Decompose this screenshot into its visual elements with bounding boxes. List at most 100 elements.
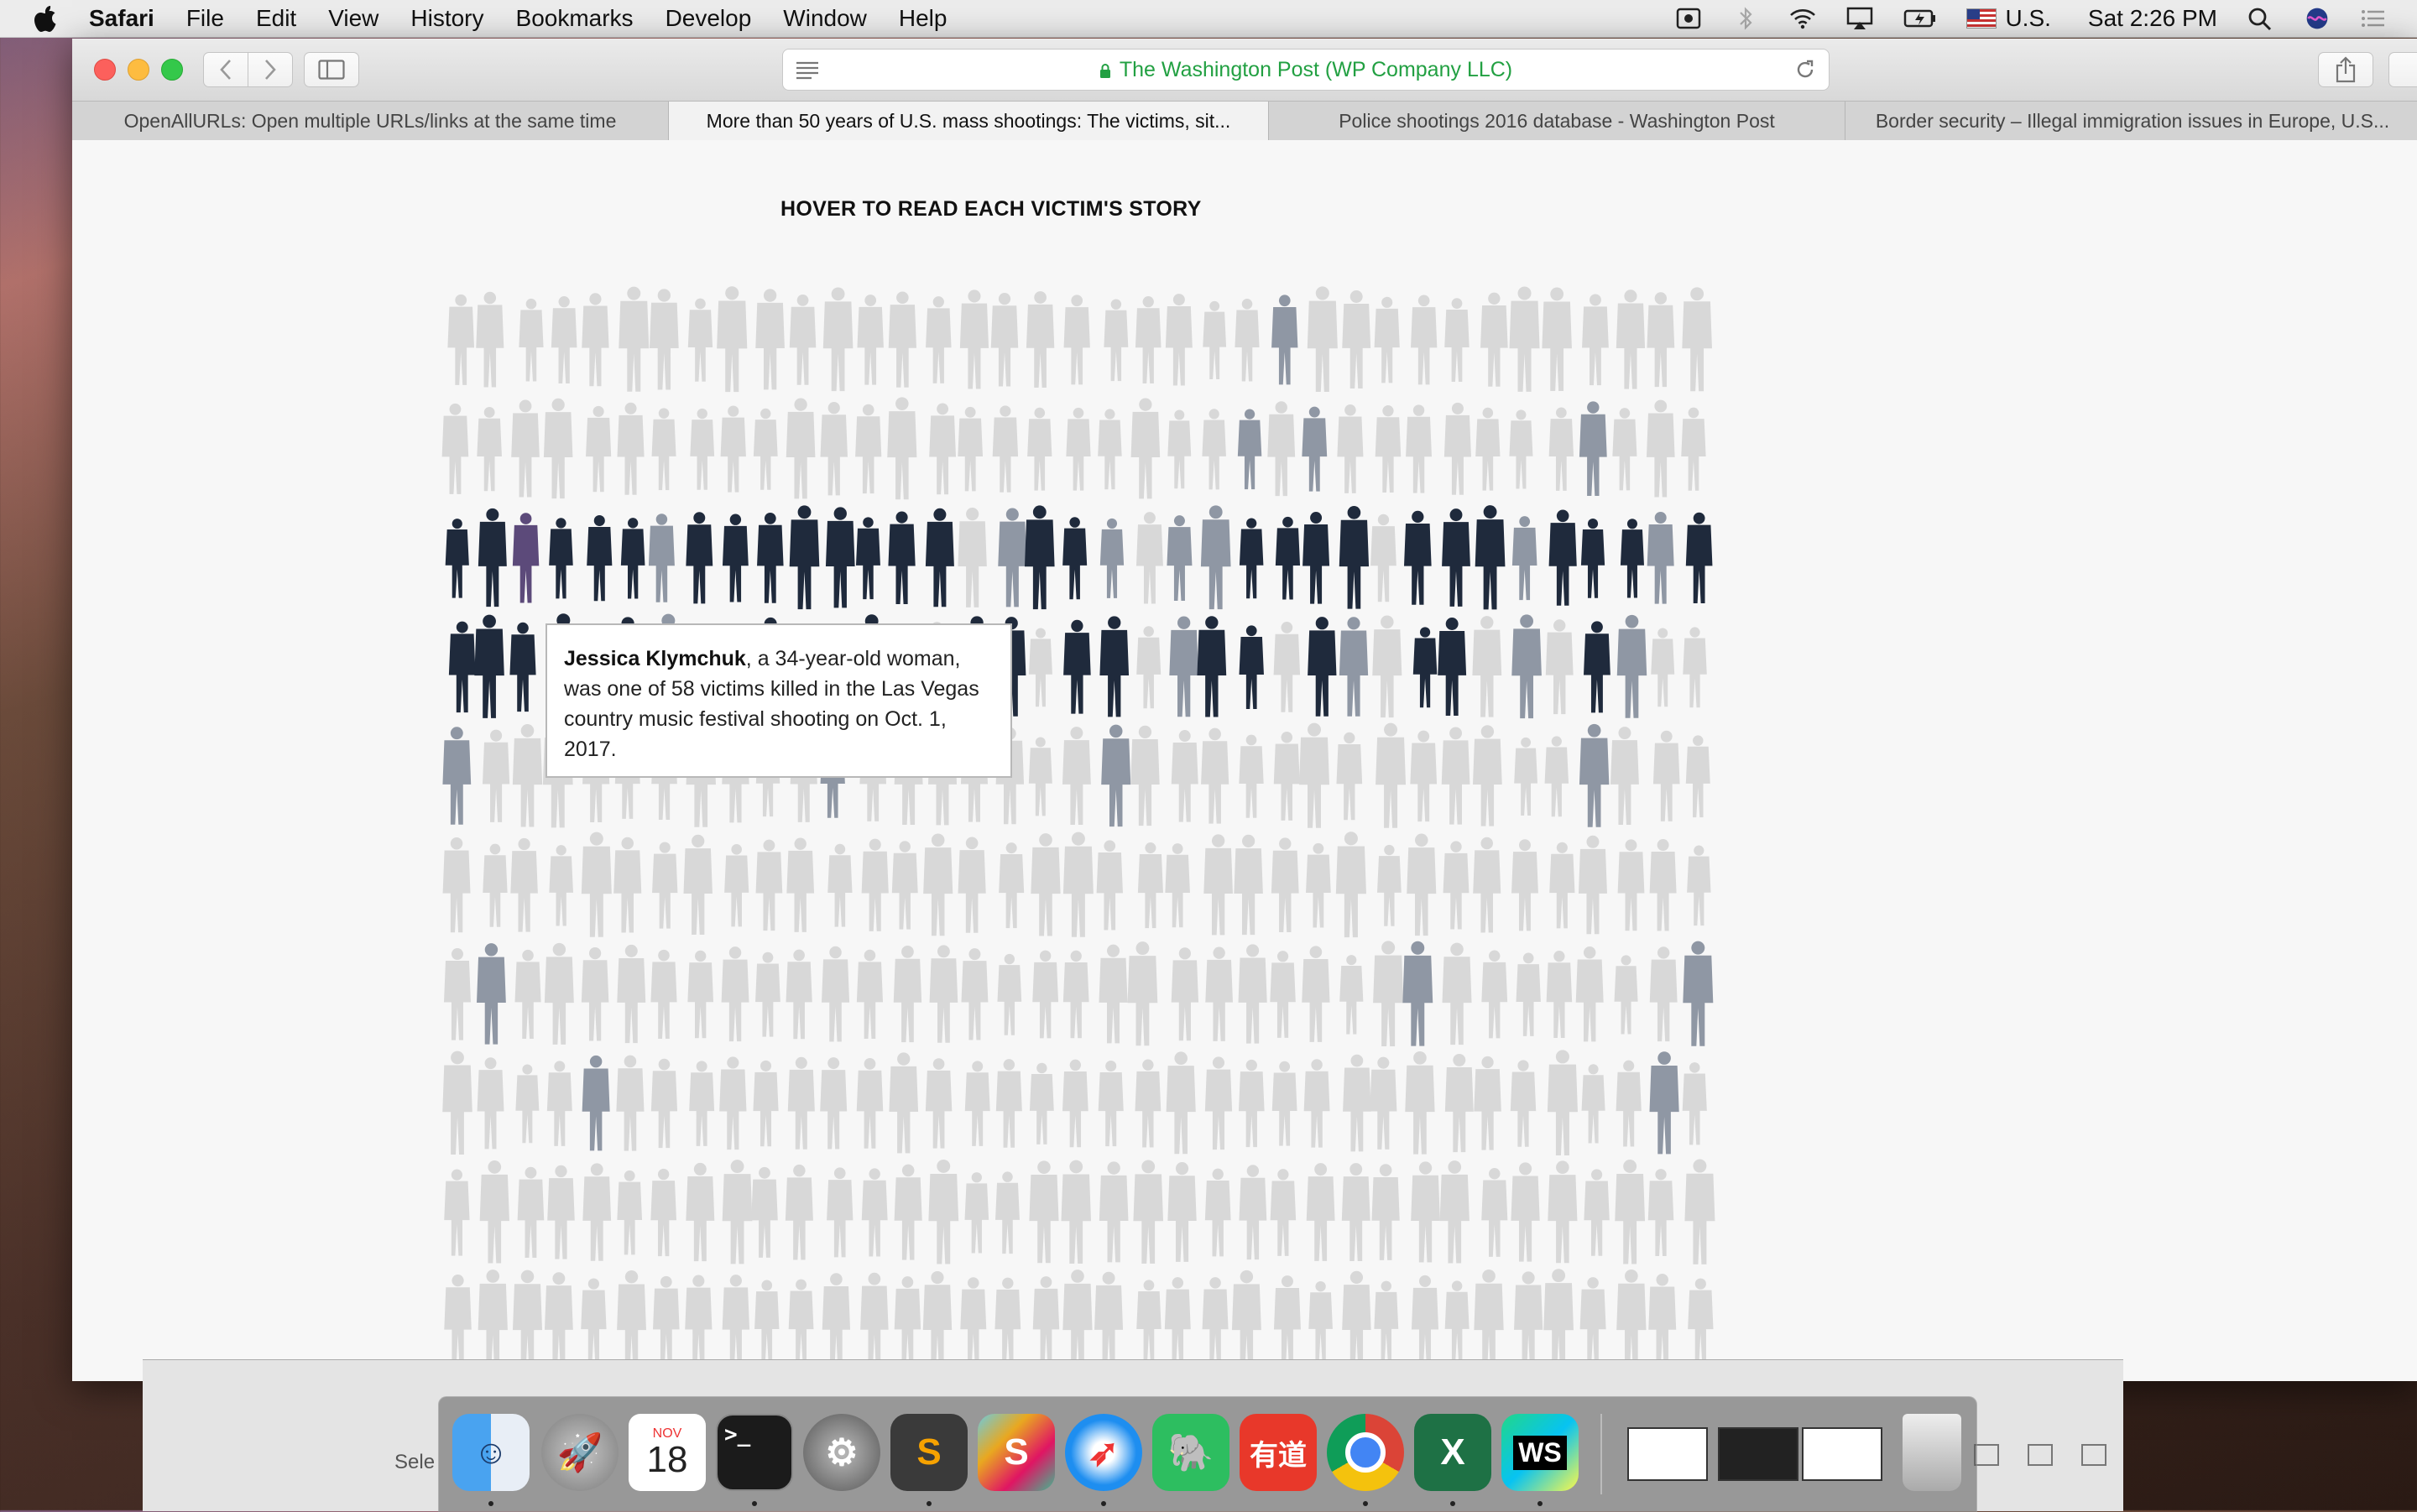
victim-figure[interactable]	[687, 951, 713, 1038]
menu-history[interactable]: History	[410, 5, 483, 32]
victim-figure[interactable]	[1342, 1163, 1370, 1261]
victim-figure[interactable]	[1339, 955, 1363, 1035]
victim-figure[interactable]	[1033, 1276, 1059, 1367]
victim-figure[interactable]	[1404, 511, 1432, 605]
victim-figure[interactable]	[514, 950, 540, 1039]
victim-figure[interactable]	[960, 1277, 986, 1365]
victim-figure[interactable]	[1481, 951, 1507, 1039]
victim-figure[interactable]	[1235, 299, 1259, 381]
victim-figure[interactable]	[1104, 299, 1128, 381]
victim-figure[interactable]	[1302, 512, 1329, 604]
victim-figure[interactable]	[689, 1061, 714, 1145]
victim-figure[interactable]	[1271, 1169, 1297, 1256]
victim-figure[interactable]	[822, 1273, 850, 1369]
victim-figure[interactable]	[653, 1276, 680, 1367]
victim-figure[interactable]	[544, 399, 572, 498]
victim-figure[interactable]	[483, 730, 509, 822]
victim-figure[interactable]	[1648, 1274, 1676, 1369]
victim-figure[interactable]	[724, 844, 749, 926]
evernote-icon[interactable]: 🐘	[1152, 1414, 1229, 1491]
victim-figure[interactable]	[1481, 1168, 1507, 1257]
tab-border-security[interactable]: Border security – Illegal immigration is…	[1845, 102, 2417, 140]
victim-figure[interactable]	[786, 950, 812, 1040]
victim-figure[interactable]	[965, 1061, 990, 1145]
safari-icon[interactable]: ➶	[1065, 1414, 1142, 1491]
victim-figure[interactable]	[1647, 512, 1674, 604]
minimized-terminal-thumbnail[interactable]	[1718, 1427, 1798, 1481]
victim-figure[interactable]	[1473, 837, 1501, 933]
victim-figure[interactable]	[1138, 842, 1163, 928]
screen-record-icon[interactable]	[1674, 6, 1703, 31]
finder-icon[interactable]: ☺	[452, 1414, 530, 1491]
victim-figure[interactable]	[889, 1052, 918, 1153]
victim-figure[interactable]	[1542, 288, 1572, 391]
victim-figure[interactable]	[1653, 731, 1680, 821]
victim-figure[interactable]	[788, 1057, 815, 1150]
input-source-label[interactable]: U.S.	[2005, 5, 2050, 32]
victim-figure[interactable]	[1197, 616, 1226, 717]
victim-figure[interactable]	[509, 623, 535, 712]
victim-figure[interactable]	[821, 402, 848, 495]
sublime-text-icon[interactable]: S	[890, 1414, 968, 1491]
victim-figure[interactable]	[1442, 727, 1470, 824]
victim-figure[interactable]	[1063, 832, 1094, 937]
victim-figure[interactable]	[582, 947, 608, 1041]
victim-figure[interactable]	[1371, 1164, 1399, 1260]
menu-file[interactable]: File	[186, 5, 224, 32]
victim-figure[interactable]	[1374, 1281, 1398, 1363]
victim-figure[interactable]	[754, 1280, 779, 1363]
victim-figure[interactable]	[1405, 1051, 1434, 1155]
victim-figure[interactable]	[1402, 941, 1433, 1046]
victim-figure[interactable]	[721, 406, 746, 493]
victim-figure[interactable]	[1031, 833, 1060, 936]
victim-figure[interactable]	[513, 724, 542, 827]
victim-figure[interactable]	[581, 1278, 606, 1364]
victim-figure[interactable]	[582, 293, 608, 386]
victim-figure[interactable]	[1580, 1277, 1606, 1366]
slack-icon[interactable]: S	[978, 1414, 1055, 1491]
victim-figure[interactable]	[442, 1051, 472, 1155]
victim-figure[interactable]	[1205, 947, 1233, 1041]
victim-figure[interactable]	[1205, 1056, 1232, 1150]
victim-figure[interactable]	[518, 1167, 545, 1258]
victim-figure[interactable]	[930, 945, 958, 1042]
victim-figure[interactable]	[443, 837, 471, 932]
victim-figure[interactable]	[958, 508, 986, 607]
menu-view[interactable]: View	[328, 5, 378, 32]
victim-figure[interactable]	[1027, 408, 1052, 491]
victim-figure[interactable]	[1581, 519, 1605, 598]
victim-figure[interactable]	[961, 948, 988, 1040]
victim-figure[interactable]	[685, 1275, 712, 1368]
victim-figure[interactable]	[1411, 1161, 1440, 1262]
victim-figure[interactable]	[1135, 1059, 1161, 1147]
victim-figure[interactable]	[1686, 735, 1710, 817]
victim-figure[interactable]	[1240, 518, 1263, 598]
webstorm-icon[interactable]: WS	[1501, 1414, 1579, 1491]
menu-window[interactable]: Window	[783, 5, 867, 32]
victim-figure[interactable]	[926, 296, 952, 383]
victim-figure[interactable]	[1615, 955, 1638, 1034]
close-window-button[interactable]	[94, 59, 116, 81]
victim-figure[interactable]	[1136, 626, 1161, 708]
victim-figure[interactable]	[1407, 834, 1436, 936]
victim-figure[interactable]	[1342, 290, 1370, 388]
victim-figure[interactable]	[1475, 408, 1500, 491]
victim-figure[interactable]	[786, 398, 816, 498]
victim-figure[interactable]	[513, 1270, 542, 1372]
victim-figure[interactable]	[1307, 1163, 1335, 1261]
excel-icon[interactable]: X	[1414, 1414, 1491, 1491]
victim-figure[interactable]	[547, 1165, 575, 1259]
victim-figure[interactable]	[857, 295, 883, 384]
victim-figure[interactable]	[1029, 628, 1052, 707]
victim-figure[interactable]	[1683, 941, 1713, 1046]
victim-figure[interactable]	[442, 404, 469, 494]
victim-figure[interactable]	[619, 287, 649, 392]
victim-figure[interactable]	[1032, 951, 1058, 1039]
victim-figure[interactable]	[889, 291, 916, 387]
victim-figure[interactable]	[1549, 407, 1574, 490]
victim-figure[interactable]	[444, 1275, 471, 1368]
victim-figure[interactable]	[1545, 736, 1569, 816]
forward-button[interactable]	[248, 52, 293, 87]
victim-figure[interactable]	[1308, 1281, 1333, 1363]
victim-figure[interactable]	[751, 1167, 778, 1258]
